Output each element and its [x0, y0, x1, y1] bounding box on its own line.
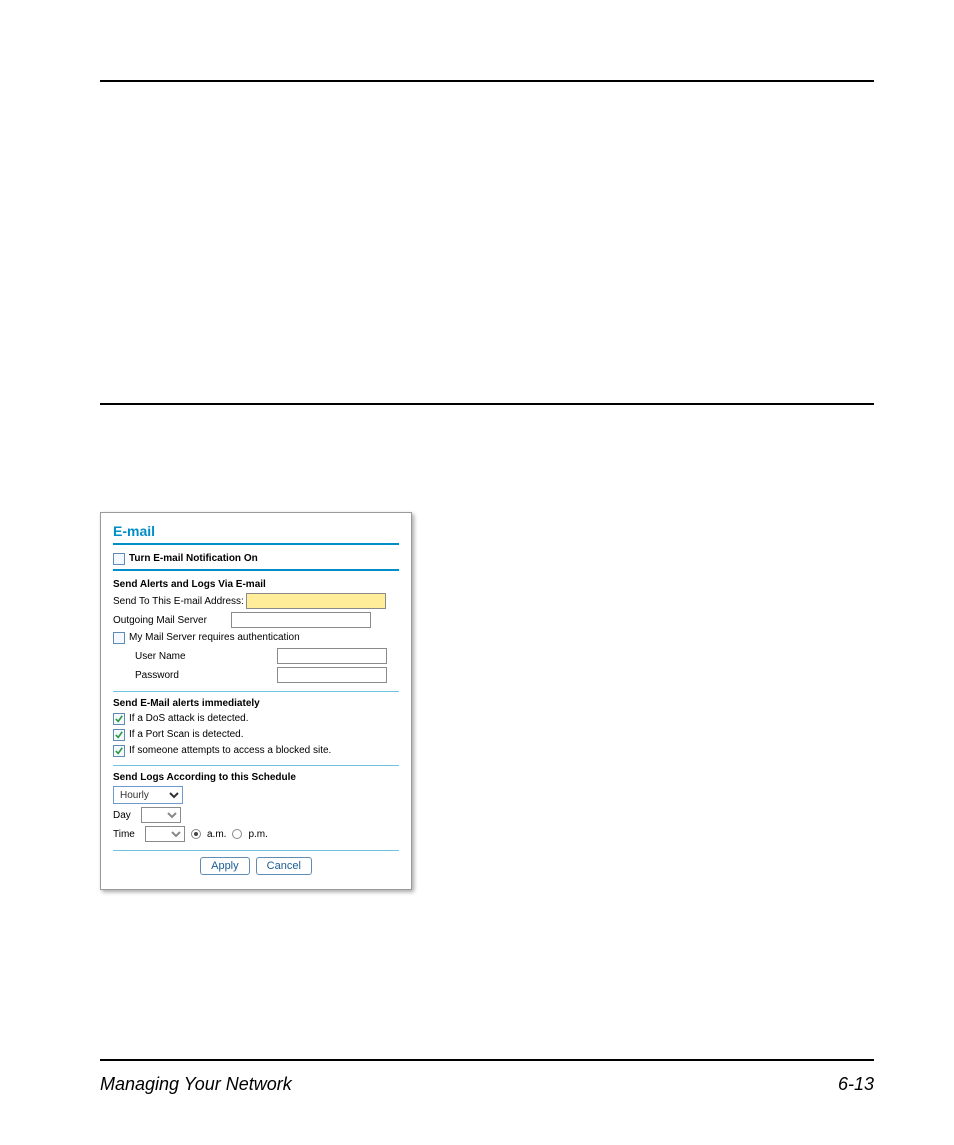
divider [113, 850, 399, 851]
turn-on-checkbox[interactable] [113, 553, 125, 565]
alert-label: If someone attempts to access a blocked … [129, 745, 331, 757]
divider [113, 543, 399, 545]
check-icon [115, 747, 123, 755]
turn-on-label: Turn E-mail Notification On [129, 553, 258, 565]
schedule-select[interactable]: Hourly [113, 786, 183, 804]
button-bar: Apply Cancel [113, 857, 399, 875]
time-select[interactable] [145, 826, 185, 842]
email-address-row: Send To This E-mail Address: [113, 593, 399, 609]
footer-rule [100, 1059, 874, 1061]
check-icon [115, 731, 123, 739]
auth-label: My Mail Server requires authentication [129, 632, 300, 644]
turn-on-row: Turn E-mail Notification On [113, 553, 399, 565]
day-row: Day [113, 807, 399, 823]
password-input[interactable] [277, 667, 387, 683]
alert-label: If a Port Scan is detected. [129, 729, 244, 741]
mail-server-label: Outgoing Mail Server [113, 615, 229, 626]
schedule-row: Hourly [113, 786, 399, 804]
day-select[interactable] [141, 807, 181, 823]
password-label: Password [135, 670, 275, 681]
alert-label: If a DoS attack is detected. [129, 713, 249, 725]
alert-checkbox-portscan[interactable] [113, 729, 125, 741]
pm-radio[interactable] [232, 829, 242, 839]
section-rule [100, 403, 874, 405]
panel-title: E-mail [113, 523, 399, 539]
cancel-button[interactable]: Cancel [256, 857, 312, 875]
mail-server-input[interactable] [231, 612, 371, 628]
alert-checkbox-blocked[interactable] [113, 745, 125, 757]
time-row: Time a.m. p.m. [113, 826, 399, 842]
password-row: Password [113, 667, 399, 683]
apply-button[interactable]: Apply [200, 857, 250, 875]
section-heading: Send Logs According to this Schedule [113, 772, 399, 783]
page-footer: Managing Your Network 6-13 [100, 1074, 874, 1095]
alert-checkbox-dos[interactable] [113, 713, 125, 725]
am-radio[interactable] [191, 829, 201, 839]
alert-row-1: If a Port Scan is detected. [113, 729, 399, 741]
am-label: a.m. [207, 829, 226, 840]
email-settings-panel: E-mail Turn E-mail Notification On Send … [100, 512, 412, 890]
divider [113, 569, 399, 571]
section-heading: Send E-Mail alerts immediately [113, 698, 399, 709]
section-heading: Send Alerts and Logs Via E-mail [113, 579, 399, 590]
username-label: User Name [135, 651, 275, 662]
email-address-label: Send To This E-mail Address: [113, 596, 244, 607]
divider [113, 765, 399, 766]
auth-row: My Mail Server requires authentication [113, 632, 399, 644]
footer-title: Managing Your Network [100, 1074, 292, 1095]
day-label: Day [113, 810, 139, 821]
check-icon [115, 715, 123, 723]
alert-row-2: If someone attempts to access a blocked … [113, 745, 399, 757]
email-address-input[interactable] [246, 593, 386, 609]
pm-label: p.m. [248, 829, 267, 840]
auth-checkbox[interactable] [113, 632, 125, 644]
document-page: E-mail Turn E-mail Notification On Send … [0, 0, 954, 1145]
mail-server-row: Outgoing Mail Server [113, 612, 399, 628]
footer-page-number: 6-13 [838, 1074, 874, 1095]
username-input[interactable] [277, 648, 387, 664]
divider [113, 691, 399, 692]
username-row: User Name [113, 648, 399, 664]
alert-row-0: If a DoS attack is detected. [113, 713, 399, 725]
header-rule [100, 80, 874, 82]
time-label: Time [113, 829, 139, 840]
